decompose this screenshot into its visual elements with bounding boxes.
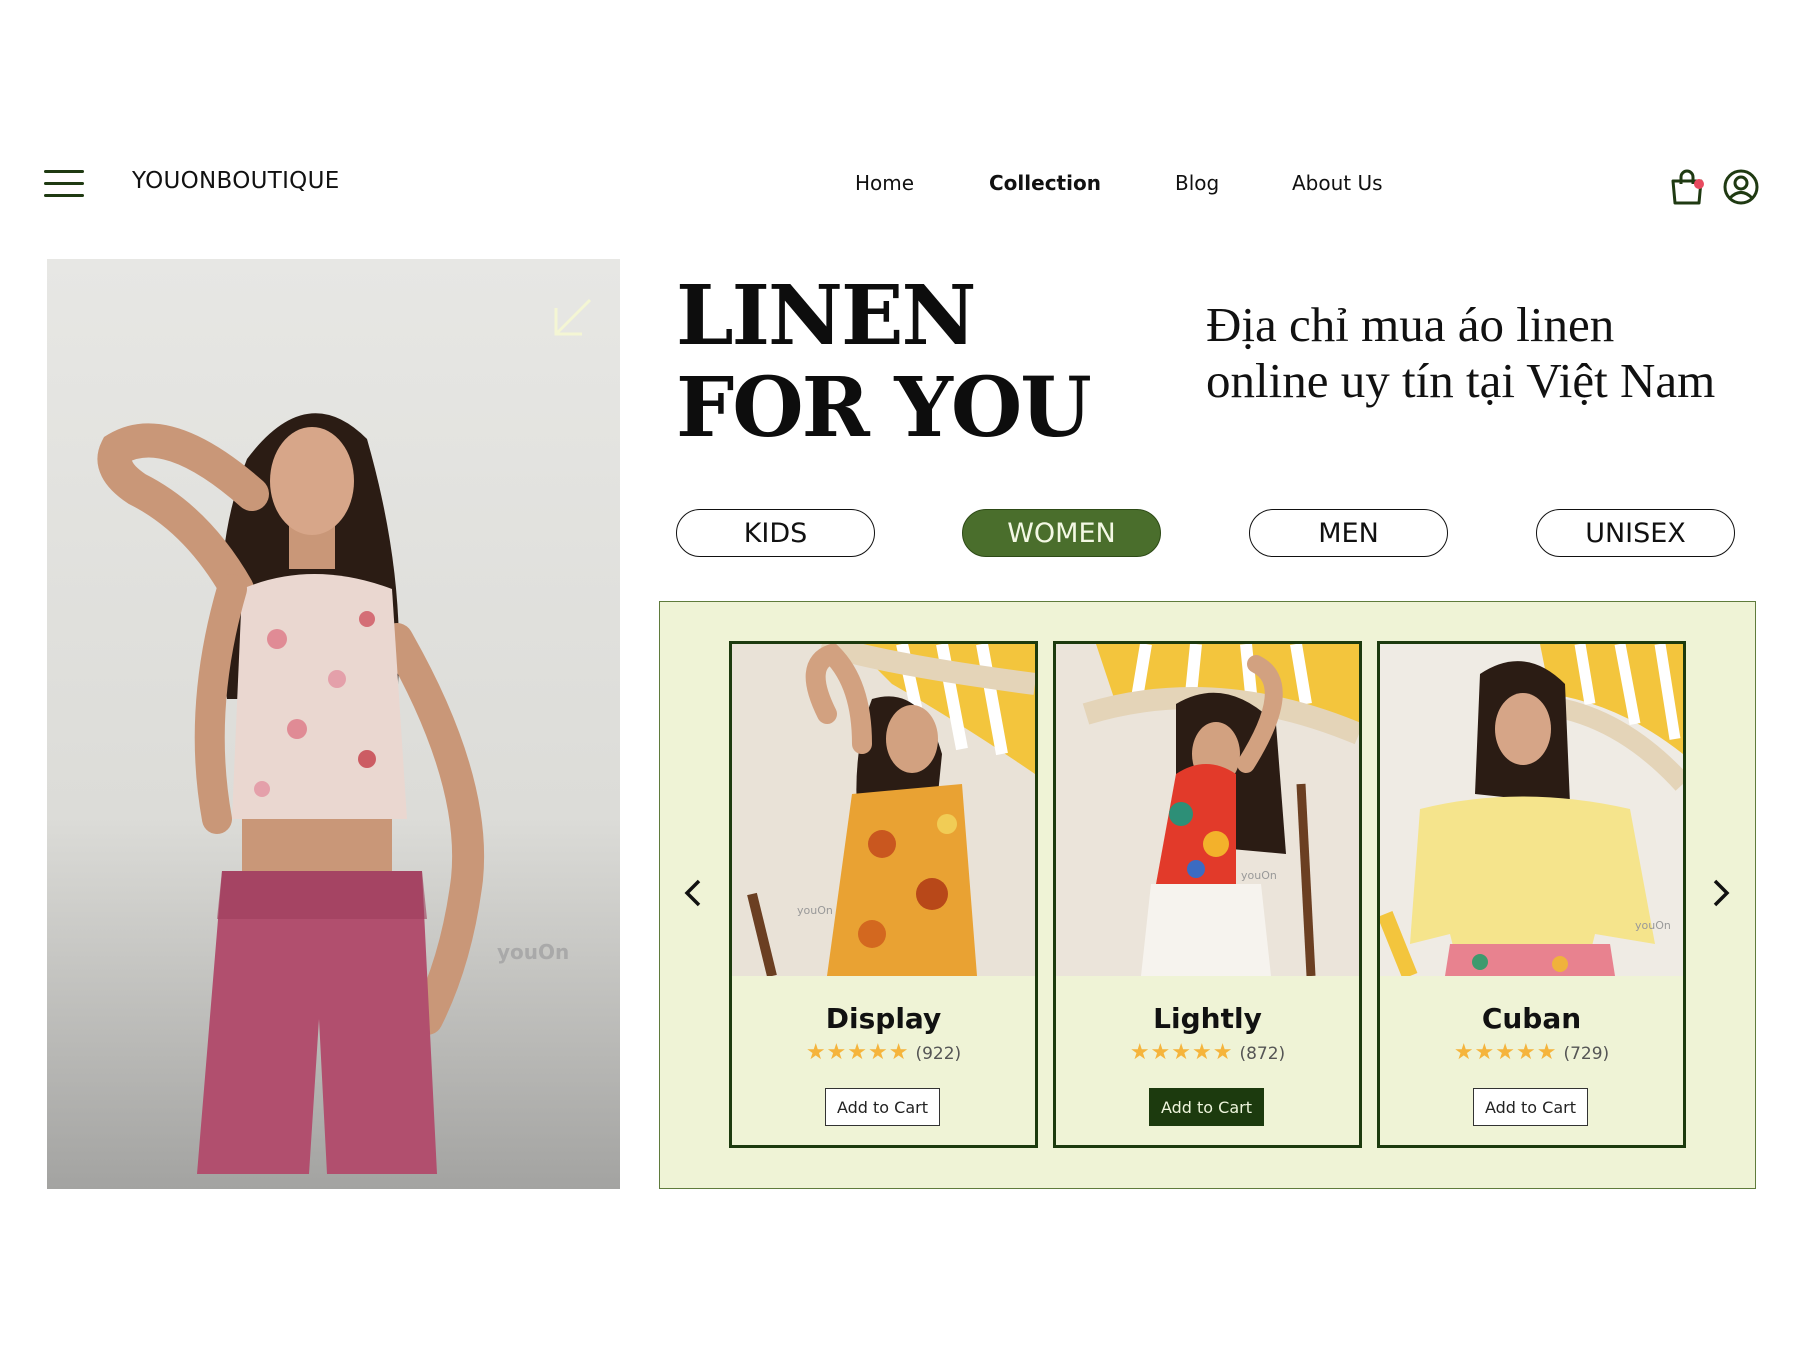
add-to-cart-button[interactable]: Add to Cart <box>1473 1088 1588 1126</box>
product-rating: ★★★★★ (922) <box>732 1040 1035 1065</box>
page-headline: LINEN FOR YOU <box>676 268 1092 456</box>
category-unisex[interactable]: UNISEX <box>1536 509 1735 557</box>
chevron-right-icon[interactable] <box>1703 876 1737 910</box>
photo-watermark: youOn <box>497 940 569 964</box>
add-to-cart-button[interactable]: Add to Cart <box>825 1088 940 1126</box>
star-rating-icons: ★★★★★ <box>1453 1040 1558 1065</box>
nav-collection[interactable]: Collection <box>989 171 1101 195</box>
nav-blog[interactable]: Blog <box>1175 171 1219 195</box>
product-name[interactable]: Lightly <box>1056 1002 1359 1035</box>
chevron-left-icon[interactable] <box>677 876 711 910</box>
star-rating-icons: ★★★★★ <box>805 1040 910 1065</box>
category-men[interactable]: MEN <box>1249 509 1448 557</box>
tagline-line-2: online uy tín tại Việt Nam <box>1206 353 1716 408</box>
review-count: (729) <box>1563 1044 1610 1064</box>
review-count: (922) <box>915 1044 962 1064</box>
add-to-cart-button[interactable]: Add to Cart <box>1149 1088 1264 1126</box>
tagline-line-1: Địa chỉ mua áo linen <box>1206 297 1615 352</box>
product-rating: ★★★★★ (729) <box>1380 1040 1683 1065</box>
nav-home[interactable]: Home <box>855 171 914 195</box>
star-rating-icons: ★★★★★ <box>1129 1040 1234 1065</box>
category-women[interactable]: WOMEN <box>962 509 1161 557</box>
photo-watermark: youOn <box>1241 869 1277 882</box>
hero-model-photo: youOn <box>47 259 620 1189</box>
product-card[interactable]: youOn Lightly ★★★★★ (872) Add to Cart <box>1053 641 1362 1148</box>
nav-about-us[interactable]: About Us <box>1292 171 1383 195</box>
product-name[interactable]: Display <box>732 1002 1035 1035</box>
main-nav: Home Collection Blog About Us <box>0 171 1794 201</box>
headline-line-2: FOR YOU <box>676 360 1092 456</box>
user-account-icon[interactable] <box>1722 168 1760 206</box>
product-photo: youOn <box>1380 644 1683 976</box>
headline-line-1: LINEN <box>676 268 976 364</box>
product-card[interactable]: youOn Display ★★★★★ (922) Add to Cart <box>729 641 1038 1148</box>
product-rating: ★★★★★ (872) <box>1056 1040 1359 1065</box>
photo-watermark: youOn <box>1635 919 1671 932</box>
shopping-bag-icon[interactable] <box>1668 168 1706 206</box>
category-kids[interactable]: KIDS <box>676 509 875 557</box>
product-photo: youOn <box>732 644 1035 976</box>
arrow-down-left-icon[interactable] <box>550 294 596 340</box>
product-card[interactable]: youOn Cuban ★★★★★ (729) Add to Cart <box>1377 641 1686 1148</box>
product-photo: youOn <box>1056 644 1359 976</box>
product-name[interactable]: Cuban <box>1380 1002 1683 1035</box>
review-count: (872) <box>1239 1044 1286 1064</box>
photo-watermark: youOn <box>797 904 833 917</box>
tagline: Địa chỉ mua áo linen online uy tín tại V… <box>1206 297 1766 409</box>
